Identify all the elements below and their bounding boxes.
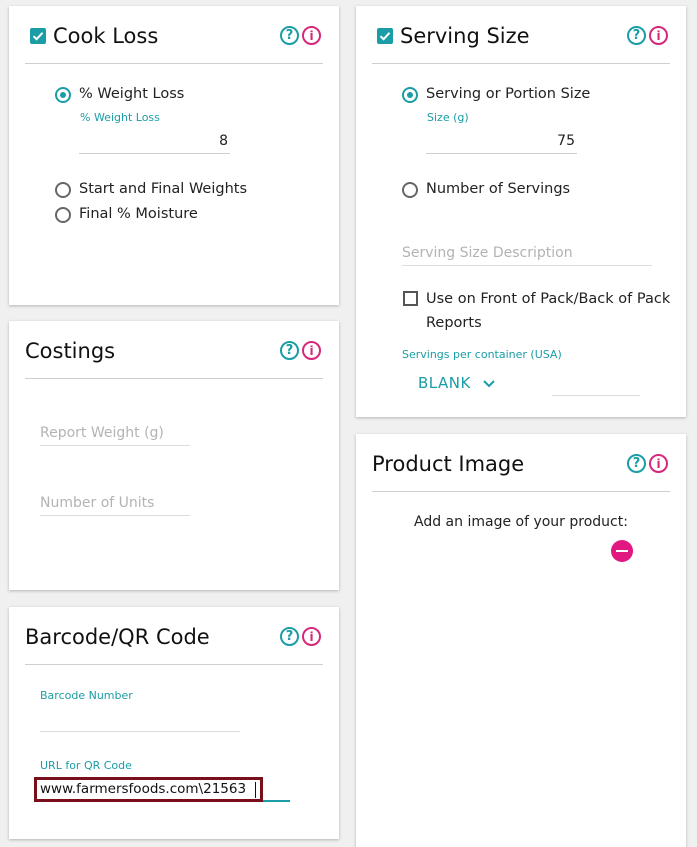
checkbox-checked-icon	[379, 32, 391, 41]
card-title: Cook Loss	[53, 24, 159, 48]
servings-per-container-label: Servings per container (USA)	[402, 348, 562, 361]
barcode-card: Barcode/QR Code ? i Barcode Number URL f…	[9, 607, 339, 839]
option-start-final-label: Start and Final Weights	[79, 181, 248, 197]
option-number-servings-label: Number of Servings	[426, 181, 571, 197]
qr-url-input[interactable]: www.farmersfoods.com\21563	[34, 777, 263, 802]
card-title: Serving Size	[400, 24, 530, 48]
barcode-number-input[interactable]	[40, 707, 240, 732]
radio-final-moisture[interactable]	[55, 207, 71, 223]
radio-weight-loss[interactable]	[55, 87, 71, 103]
cook-loss-card: Cook Loss ? i % Weight Loss % Weight Los…	[9, 6, 339, 305]
product-image-card: Product Image ? i Add an image of your p…	[356, 434, 686, 847]
front-back-pack-checkbox[interactable]	[403, 291, 418, 306]
front-back-pack-label: Use on Front of Pack/Back of Pack	[426, 291, 671, 307]
radio-start-final-weights[interactable]	[55, 182, 71, 198]
costings-card: Costings ? i Report Weight (g) Number of…	[9, 321, 339, 590]
servings-per-container-input[interactable]	[552, 372, 640, 396]
barcode-header: Barcode/QR Code ? i	[25, 607, 323, 665]
size-input[interactable]: 75	[426, 130, 577, 154]
radio-number-servings[interactable]	[402, 182, 418, 198]
qr-url-label: URL for QR Code	[40, 759, 132, 772]
checkbox-checked-icon	[32, 32, 44, 41]
barcode-number-label: Barcode Number	[40, 689, 133, 702]
card-title: Costings	[25, 339, 116, 363]
info-icon[interactable]: i	[302, 26, 321, 45]
weight-loss-field-label: % Weight Loss	[80, 111, 160, 124]
product-image-header: Product Image ? i	[372, 434, 670, 492]
size-field-label: Size (g)	[427, 111, 469, 124]
serving-size-enable-checkbox[interactable]	[377, 28, 393, 44]
help-icon[interactable]: ?	[627, 26, 646, 45]
number-of-units-input[interactable]: Number of Units	[40, 492, 190, 516]
info-icon[interactable]: i	[649, 454, 668, 473]
report-weight-input[interactable]: Report Weight (g)	[40, 422, 190, 446]
serving-size-header: Serving Size ? i	[372, 6, 670, 64]
card-title: Barcode/QR Code	[25, 625, 210, 649]
product-image-prompt: Add an image of your product:	[414, 514, 628, 530]
costings-header: Costings ? i	[25, 321, 323, 379]
dropdown-value: BLANK	[418, 374, 471, 392]
front-back-pack-label-2: Reports	[426, 315, 482, 331]
remove-icon[interactable]	[611, 540, 633, 562]
cook-loss-enable-checkbox[interactable]	[30, 28, 46, 44]
serving-size-card: Serving Size ? i Serving or Portion Size…	[356, 6, 686, 417]
info-icon[interactable]: i	[302, 341, 321, 360]
help-icon[interactable]: ?	[280, 26, 299, 45]
servings-per-container-dropdown[interactable]: BLANK	[418, 372, 508, 396]
serving-description-input[interactable]: Serving Size Description	[402, 242, 652, 266]
qr-url-value: www.farmersfoods.com\21563	[40, 781, 247, 797]
weight-loss-input[interactable]: 8	[79, 130, 230, 154]
info-icon[interactable]: i	[649, 26, 668, 45]
option-serving-portion-label: Serving or Portion Size	[426, 86, 591, 102]
info-icon[interactable]: i	[302, 627, 321, 646]
option-weight-loss-label: % Weight Loss	[79, 86, 185, 102]
help-icon[interactable]: ?	[280, 627, 299, 646]
text-cursor	[255, 782, 256, 798]
option-final-moisture-label: Final % Moisture	[79, 206, 198, 222]
chevron-down-icon	[483, 380, 495, 388]
help-icon[interactable]: ?	[280, 341, 299, 360]
card-title: Product Image	[372, 452, 525, 476]
help-icon[interactable]: ?	[627, 454, 646, 473]
radio-serving-portion[interactable]	[402, 87, 418, 103]
cook-loss-header: Cook Loss ? i	[25, 6, 323, 64]
